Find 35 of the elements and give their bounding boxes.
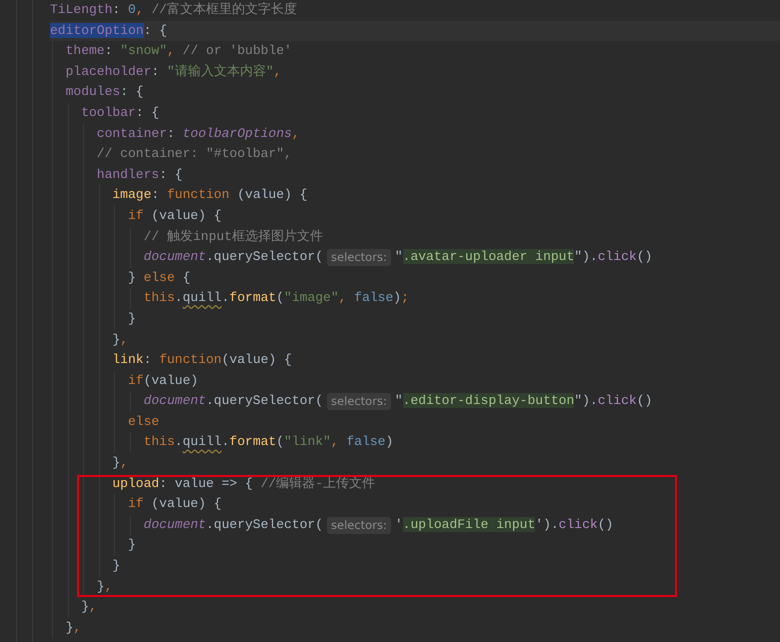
code-text: else <box>128 412 160 431</box>
code-text: ".avatar-uploader input").click() <box>394 248 652 266</box>
code-text: TiLength: 0, //富文本框里的文字长度 <box>50 1 298 19</box>
code-text: } <box>112 557 120 576</box>
code-text: } <box>128 310 136 328</box>
code-text: this.quill.format("image", false); <box>144 289 409 308</box>
inlay-hint: selectors: <box>327 248 391 266</box>
code-text: }, <box>96 578 112 596</box>
code-text: handlers: { <box>96 166 183 184</box>
code-text: link: function(value) { <box>112 351 292 370</box>
code-text: ".editor-display-button").click() <box>394 392 652 410</box>
code-text: }, <box>66 618 82 637</box>
code-text: container: toolbarOptions, <box>96 124 300 143</box>
inlay-hint: selectors: <box>327 393 391 410</box>
code-text: this.quill.format("link", false) <box>144 433 394 452</box>
code-text: // 触发input框选择图片文件 <box>144 228 323 246</box>
code-text: } <box>128 536 136 554</box>
code-text: document.querySelector( <box>144 248 324 266</box>
code-text: placeholder: "请输入文本内容", <box>66 62 282 81</box>
code-text: editorOption: { <box>50 22 168 40</box>
code-text: if (value) { <box>128 495 222 514</box>
code-text: image: function (value) { <box>112 186 308 204</box>
code-text: toolbar: { <box>81 104 160 122</box>
inlay-hint: selectors: <box>327 516 391 534</box>
code-text: modules: { <box>66 83 144 102</box>
code-text: if(value) <box>128 372 198 390</box>
code-text: }, <box>112 330 128 348</box>
code-text: }, <box>112 454 128 472</box>
code-text: } else { <box>128 268 190 287</box>
code-text: theme: "snow", // or 'bubble' <box>66 42 292 60</box>
code-text: if (value) { <box>128 206 222 225</box>
code-text: // container: "#toolbar", <box>96 145 292 164</box>
code-text: document.querySelector( <box>144 516 324 534</box>
code-text: document.querySelector( <box>144 392 324 410</box>
code-text: }, <box>81 598 97 616</box>
